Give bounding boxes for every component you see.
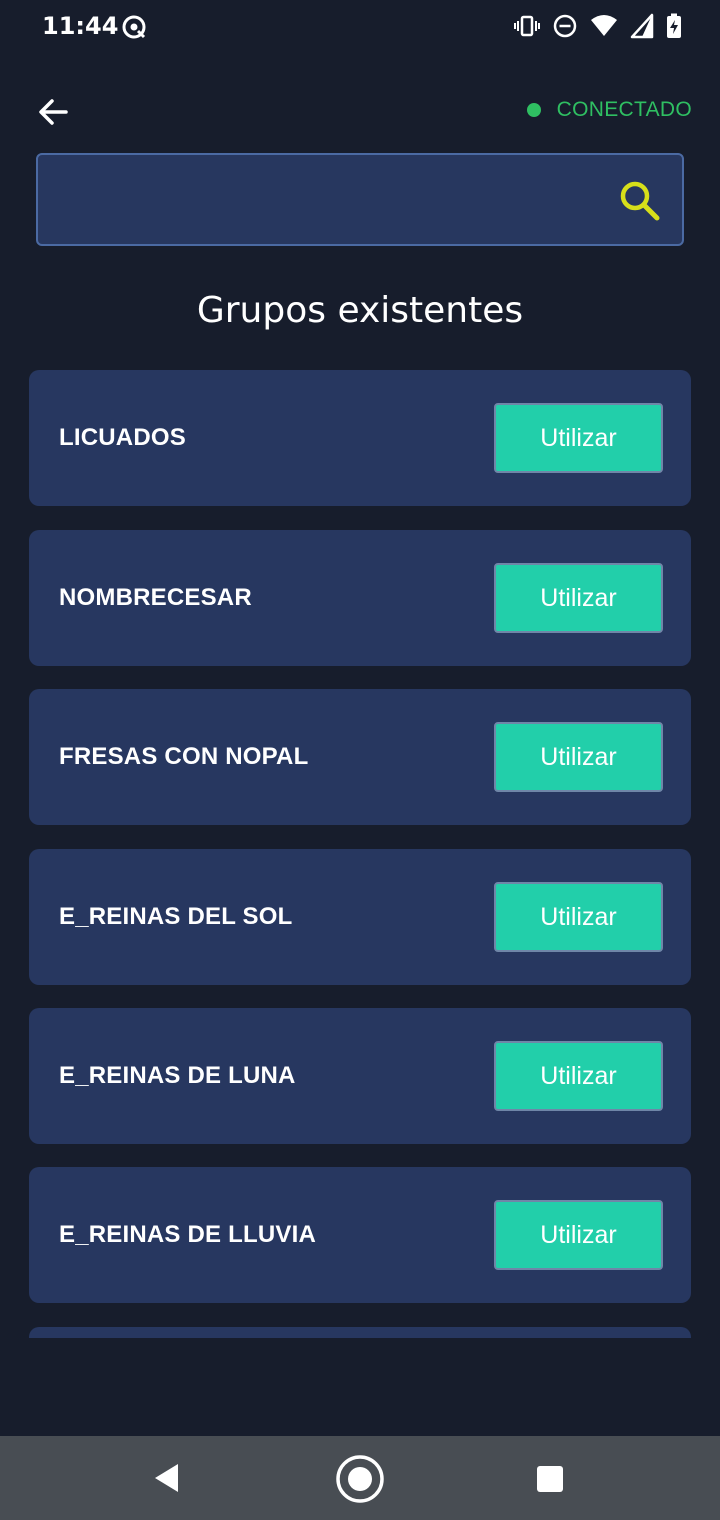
search-input[interactable] [56,173,616,227]
connection-dot [526,103,541,117]
vibrate-icon [514,15,540,37]
app-screen: 11:44 CONECTADO Grupos existentes LICUAD… [0,0,720,1520]
group-name: E_REINAS DE LUNA [59,1062,296,1089]
nav-home-icon[interactable] [334,1453,386,1505]
group-card: E_REINAS DE LUNA Utilizar [29,1008,691,1144]
group-card: LICUADOS Utilizar [29,370,691,506]
search-box[interactable] [36,153,684,246]
system-nav-bar [0,1436,720,1520]
group-card: FRESAS CON NOPAL Utilizar [29,689,691,825]
group-name: E_REINAS DEL SOL [59,903,293,930]
arrow-back-icon[interactable] [32,90,76,134]
connection-label: CONECTADO [556,98,692,121]
use-group-button[interactable]: Utilizar [494,403,663,473]
status-time: 11:44 [42,12,119,40]
page-title: Grupos existentes [196,290,524,331]
group-name: LICUADOS [59,424,186,451]
signal-icon [630,13,654,39]
use-group-button[interactable]: Utilizar [494,722,663,792]
status-icons [514,13,682,39]
group-card: E_REINAS DE LLUVIA Utilizar [29,1167,691,1303]
status-bar: 11:44 [0,0,720,56]
group-name: FRESAS CON NOPAL [59,743,309,770]
use-group-button[interactable]: Utilizar [494,882,663,952]
battery-charging-icon [667,13,681,38]
group-name: E_REINAS DE LLUVIA [59,1221,316,1248]
use-group-button[interactable]: Utilizar [494,563,663,633]
use-group-button[interactable]: Utilizar [494,1200,663,1270]
group-list[interactable]: LICUADOS Utilizar NOMBRECESAR Utilizar F… [0,370,720,1338]
nav-recents-icon[interactable] [536,1465,564,1493]
search-icon[interactable] [618,179,662,223]
wifi-icon [591,15,617,36]
nav-back-icon[interactable] [150,1460,186,1496]
do-not-disturb-icon [553,14,577,38]
connection-status: CONECTADO [526,98,692,122]
use-group-button[interactable]: Utilizar [494,1041,663,1111]
group-name: NOMBRECESAR [59,584,252,611]
group-card: NOMBRECESAR Utilizar [29,530,691,666]
group-card: E_REINAS DEL SOL Utilizar [29,849,691,985]
group-card-partial [29,1327,691,1338]
data-saver-icon [122,15,146,39]
